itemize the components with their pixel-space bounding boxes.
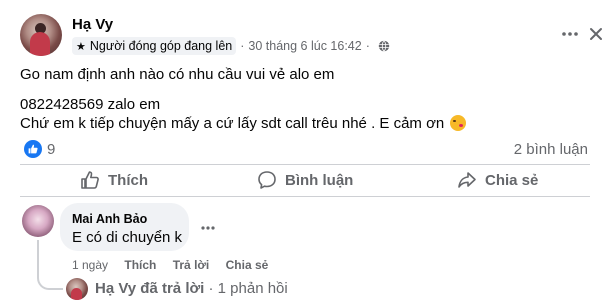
- post-text-line: Go nam định anh nào có nhu cầu vui vẻ al…: [20, 66, 335, 83]
- globe-icon: [378, 40, 390, 52]
- share-button[interactable]: Chia sẻ: [457, 168, 538, 192]
- replies-count: 1 phản hồi: [217, 280, 288, 297]
- like-label: Thích: [108, 171, 148, 189]
- kiss-emoji-icon: [450, 115, 467, 131]
- contributor-badge[interactable]: ★ Người đóng góp đang lên: [72, 37, 237, 55]
- replies-separator: ·: [208, 280, 214, 297]
- close-icon[interactable]: [586, 24, 606, 44]
- star-icon: ★: [76, 40, 86, 53]
- replier-text: Hạ Vy đã trả lời: [95, 280, 205, 297]
- comment-share-button[interactable]: Chia sẻ: [226, 258, 269, 272]
- like-button[interactable]: Thích: [80, 168, 148, 192]
- comment-time[interactable]: 1 ngày: [72, 258, 108, 272]
- post-card: Hạ Vy ★ Người đóng góp đang lên · 30 thá…: [0, 0, 610, 308]
- commenter-name[interactable]: Mai Anh Bảo: [72, 212, 147, 226]
- post-text-line-last: Chứ em k tiếp chuyện mấy a cứ lấy sdt ca…: [20, 115, 467, 132]
- comment-label: Bình luận: [285, 171, 354, 189]
- author-avatar[interactable]: [20, 14, 62, 56]
- comment-more-dots-icon[interactable]: [198, 218, 218, 238]
- reaction-count[interactable]: 9: [47, 141, 55, 158]
- comment-count[interactable]: 2 bình luận: [514, 141, 588, 158]
- divider: [20, 196, 590, 197]
- post-timestamp[interactable]: 30 tháng 6 lúc 16:42: [248, 39, 361, 53]
- comment-button[interactable]: Bình luận: [257, 168, 353, 192]
- more-dots-icon[interactable]: [560, 24, 580, 44]
- comment-text: E có di chuyển k: [72, 229, 183, 246]
- comment-bubble-icon: [258, 171, 276, 189]
- comment-like-button[interactable]: Thích: [124, 258, 156, 272]
- post-text-line: Chứ em k tiếp chuyện mấy a cứ lấy sdt ca…: [20, 115, 445, 132]
- share-arrow-icon: [458, 172, 476, 188]
- view-replies-link[interactable]: Hạ Vy đã trả lời · 1 phản hồi: [95, 280, 288, 297]
- share-label: Chia sẻ: [485, 171, 539, 189]
- divider: [20, 164, 590, 165]
- thumbs-up-icon: [81, 171, 99, 189]
- commenter-avatar[interactable]: [22, 205, 54, 237]
- thread-connector: [37, 266, 63, 290]
- post-meta: ★ Người đóng góp đang lên · 30 tháng 6 l…: [72, 37, 390, 55]
- like-reaction-icon[interactable]: [24, 140, 42, 158]
- comment-reply-button[interactable]: Trả lời: [173, 258, 210, 272]
- comment-actions: 1 ngày Thích Trả lời Chia sẻ: [72, 258, 281, 272]
- author-name[interactable]: Hạ Vy: [72, 16, 113, 33]
- replier-avatar: [66, 278, 88, 300]
- badge-label: Người đóng góp đang lên: [89, 39, 233, 53]
- post-text-line: 0822428569 zalo em: [20, 96, 161, 113]
